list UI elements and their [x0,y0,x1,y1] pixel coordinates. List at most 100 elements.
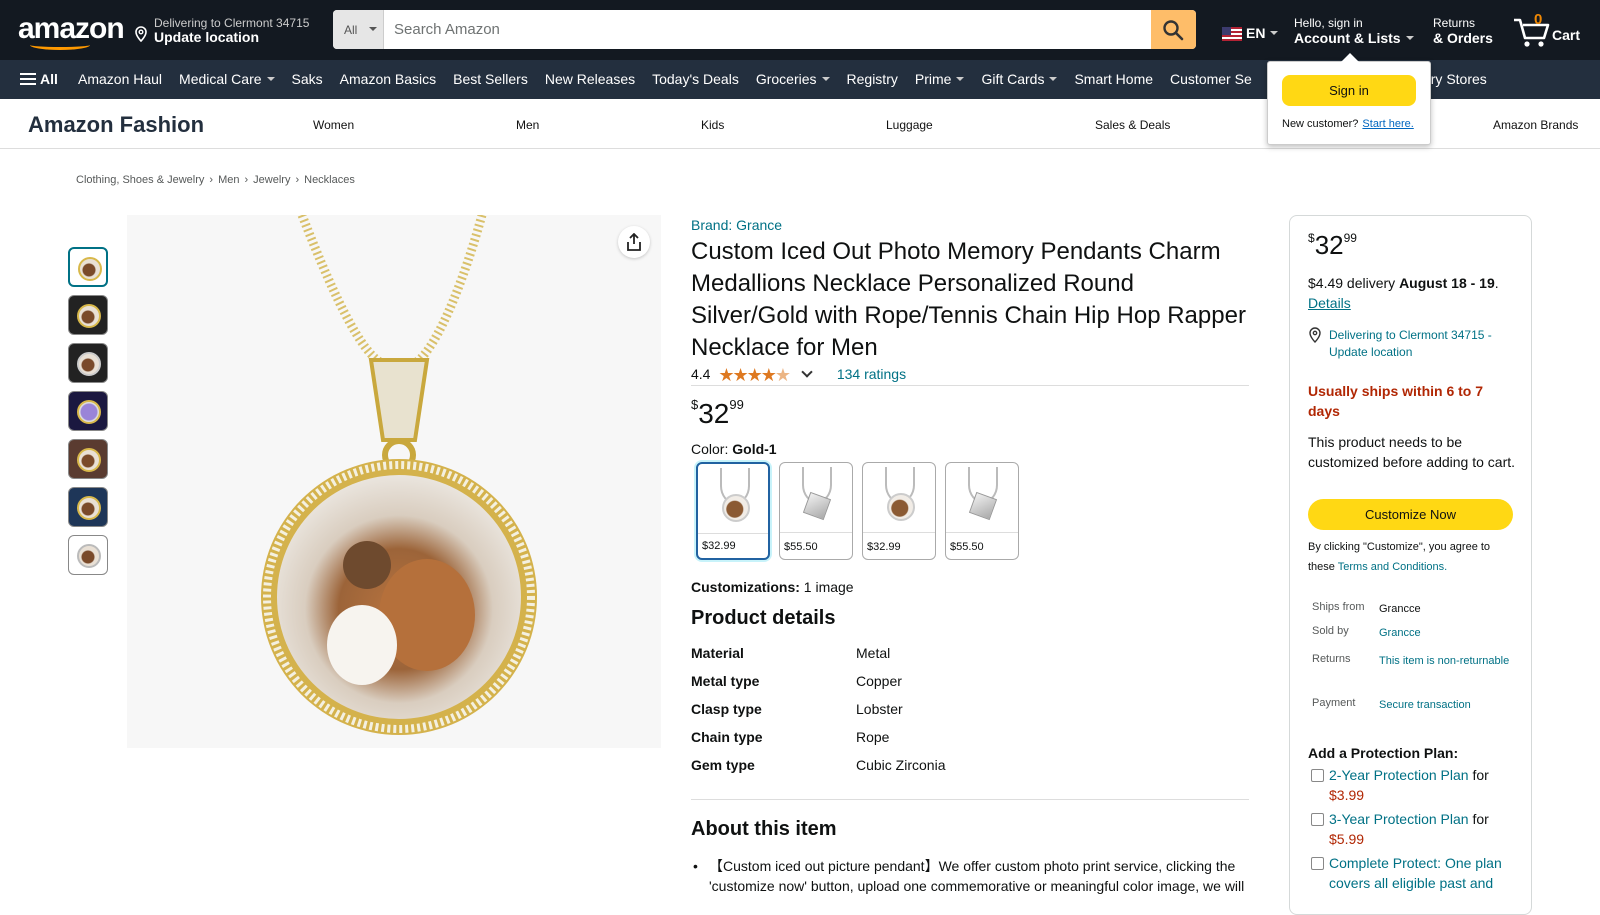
cart-button[interactable]: 0 Cart [1512,10,1592,50]
swatch-cube-1[interactable]: $55.50 [779,462,853,560]
chevron-down-icon[interactable] [801,366,813,378]
share-button[interactable] [618,226,650,258]
fashion-link-women[interactable]: Women [313,118,354,132]
subnav-item-gift-cards[interactable]: Gift Cards [981,71,1057,87]
thumbnail-5[interactable] [68,439,108,479]
us-flag-icon [1222,27,1242,41]
price-whole: 32 [698,398,730,429]
star-rating-icon[interactable]: ★★★★★ [718,365,791,386]
fashion-link-amazon-brands[interactable]: Amazon Brands [1493,118,1578,132]
all-menu-label: All [40,71,58,87]
info-key: Sold by [1312,625,1349,637]
protection-plan-link[interactable]: Complete Protect: One plan covers all el… [1329,855,1502,891]
fashion-link-men[interactable]: Men [516,118,539,132]
subnav-item-label: Medical Care [179,71,262,87]
signin-button[interactable]: Sign in [1282,75,1416,106]
subnav-item-label: Gift Cards [981,71,1045,87]
subnav-item-amazon-haul[interactable]: Amazon Haul [78,71,162,87]
start-here-link[interactable]: Start here. [1362,118,1413,130]
subnav-item-prime[interactable]: Prime [915,71,965,87]
swatch-price: $55.50 [950,541,984,553]
breadcrumb-item[interactable]: Necklaces [304,174,355,186]
detail-value: Metal [856,645,891,661]
delivery-dates: August 18 - 19 [1399,275,1495,291]
swatch-cube-2[interactable]: $55.50 [945,462,1019,560]
fashion-link-kids[interactable]: Kids [701,118,724,132]
returns-orders[interactable]: Returns & Orders [1433,16,1493,46]
breadcrumb-item[interactable]: Men [218,174,239,186]
search-category-dropdown[interactable]: All [333,10,384,49]
protection-checkbox[interactable] [1311,857,1324,870]
subnav-item-medical-care[interactable]: Medical Care [179,71,274,87]
protection-heading: Add a Protection Plan: [1308,745,1459,761]
divider [691,385,1249,386]
thumbnail-7[interactable] [68,535,108,575]
delivery-prefix: $4.49 delivery [1308,275,1396,291]
thumbnail-4[interactable] [68,391,108,431]
all-menu-button[interactable]: All [20,71,58,87]
thumbnail-1[interactable] [68,247,108,287]
detail-value: Lobster [856,701,903,717]
ships-notice: Usually ships within 6 to 7 days [1308,383,1484,419]
about-heading: About this item [691,818,837,840]
payment-link[interactable]: Secure transaction [1379,697,1519,713]
terms-link[interactable]: Terms and Conditions. [1338,561,1447,573]
sold-by-link[interactable]: Grancce [1379,625,1519,641]
swatch-silver-1[interactable]: $32.99 [862,462,936,560]
thumbnail-2[interactable] [68,295,108,335]
pendant-thumbnail-image [77,352,101,376]
fashion-link-luggage[interactable]: Luggage [886,118,933,132]
search-bar: All [333,10,1196,49]
subnav-item-saks[interactable]: Saks [292,71,323,87]
price-fraction: 99 [729,397,744,412]
subnav-item-customer-service[interactable]: Customer Se [1170,71,1252,87]
main-product-image[interactable] [127,215,661,748]
location-pin-icon [1309,327,1321,343]
search-input[interactable] [385,10,1151,49]
subnav-item-todays-deals[interactable]: Today's Deals [652,71,739,87]
swatch-gold-1[interactable]: $32.99 [696,462,770,560]
subnav-item-best-sellers[interactable]: Best Sellers [453,71,528,87]
breadcrumb-item[interactable]: Clothing, Shoes & Jewelry [76,174,204,186]
protection-plan-link[interactable]: 3-Year Protection Plan [1329,811,1469,827]
info-key: Ships from [1312,601,1365,613]
subnav-item-smart-home[interactable]: Smart Home [1074,71,1153,87]
delivery-details-link[interactable]: Details [1308,295,1351,311]
about-bullet: 【Custom iced out picture pendant】We offe… [709,858,1245,894]
breadcrumb-separator-icon: › [209,174,214,186]
customize-note: This product needs to be customized befo… [1308,434,1516,470]
cart-count: 0 [1534,11,1543,28]
breadcrumb-separator-icon: › [244,174,249,186]
thumbnail-6[interactable] [68,487,108,527]
protection-plan-link[interactable]: 2-Year Protection Plan [1329,767,1469,783]
pendant-necklace-image [261,215,537,735]
subnav-item-label: Groceries [755,71,817,87]
pendant-thumbnail-image [77,448,101,472]
customizations-value: 1 image [803,579,854,595]
protection-checkbox[interactable] [1311,813,1324,826]
subnav-item-new-releases[interactable]: New Releases [545,71,635,87]
thumbnail-3[interactable] [68,343,108,383]
subnav-item-groceries[interactable]: Groceries [756,71,830,87]
location-pin-icon [135,26,147,42]
share-icon [627,233,641,251]
customize-now-button[interactable]: Customize Now [1308,499,1513,530]
detail-key: Gem type [691,757,755,773]
divider [691,799,1249,800]
returns-link[interactable]: This item is non-returnable [1379,653,1519,669]
info-key: Payment [1312,697,1356,709]
returns-line2: & Orders [1433,30,1493,46]
protection-checkbox[interactable] [1311,769,1324,782]
cart-label: Cart [1552,27,1581,43]
brand-link[interactable]: Brand: Grance [691,217,782,233]
ratings-count-link[interactable]: 134 ratings [837,366,906,382]
deliver-line1: Delivering to Clermont 34715 [154,16,310,30]
account-menu[interactable]: Hello, sign in Account & Lists [1294,16,1414,46]
fashion-link-sales-deals[interactable]: Sales & Deals [1095,118,1170,132]
breadcrumb-item[interactable]: Jewelry [253,174,290,186]
detail-key: Clasp type [691,701,762,717]
subnav-item-amazon-basics[interactable]: Amazon Basics [340,71,436,87]
search-button[interactable] [1151,10,1196,49]
subnav-item-registry[interactable]: Registry [847,71,898,87]
amazon-fashion-logo[interactable]: Amazon Fashion [28,112,204,138]
